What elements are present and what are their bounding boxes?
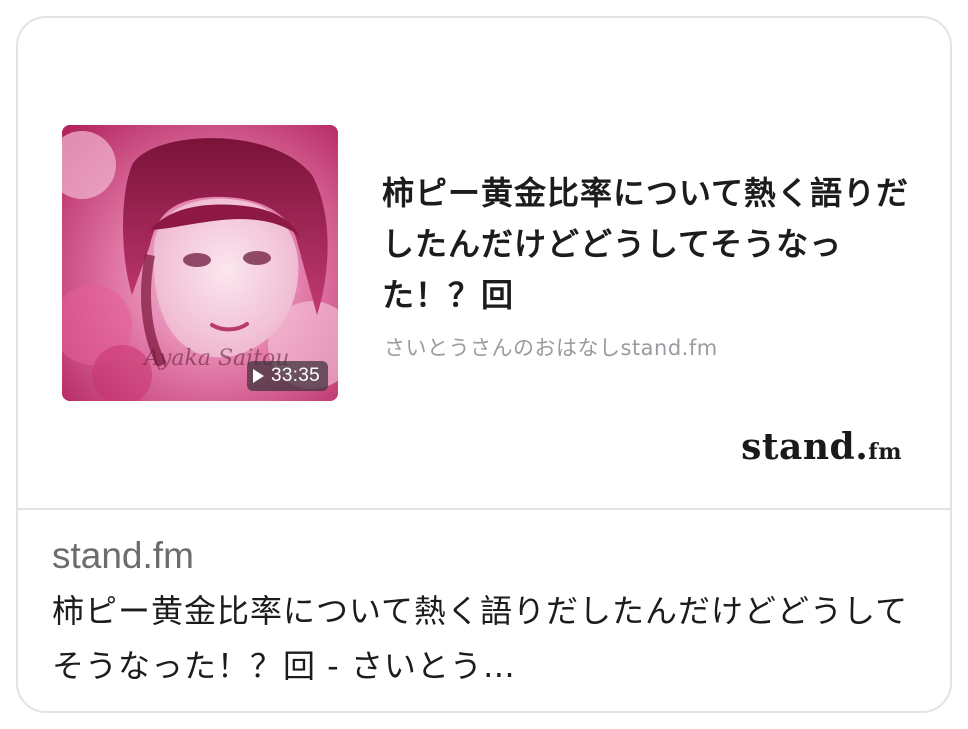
link-title[interactable]: 柿ピー黄金比率について熱く語りだしたんだけどどうしてそうなった！？回 - さいと… bbox=[52, 584, 922, 694]
episode-title: 柿ピー黄金比率について熱く語りだしたんだけどどうしてそうなった！？回 bbox=[382, 174, 910, 314]
stand-fm-logo: stand.fm bbox=[741, 426, 902, 468]
brand-logo-suffix: fm bbox=[868, 439, 902, 465]
link-metadata[interactable]: stand.fm 柿ピー黄金比率について熱く語りだしたんだけどどうしてそうなった… bbox=[52, 534, 922, 694]
brand-logo-name: stand. bbox=[741, 426, 869, 468]
site-domain: stand.fm bbox=[52, 535, 194, 576]
play-icon bbox=[252, 369, 264, 383]
channel-name: さいとうさんのおはなしstand.fm bbox=[384, 336, 718, 360]
link-preview-card[interactable]: Ayaka Saitou 33:35 柿ピー黄金比率について熱く語りだしたんだけ… bbox=[16, 16, 952, 713]
preview-area[interactable]: Ayaka Saitou 33:35 柿ピー黄金比率について熱く語りだしたんだけ… bbox=[18, 18, 950, 508]
episode-thumbnail[interactable]: Ayaka Saitou 33:35 bbox=[62, 125, 338, 401]
duration-text: 33:35 bbox=[270, 365, 320, 386]
duration-badge: 33:35 bbox=[246, 361, 328, 391]
thumbnail-artwork: Ayaka Saitou bbox=[62, 125, 338, 401]
divider bbox=[18, 508, 950, 510]
